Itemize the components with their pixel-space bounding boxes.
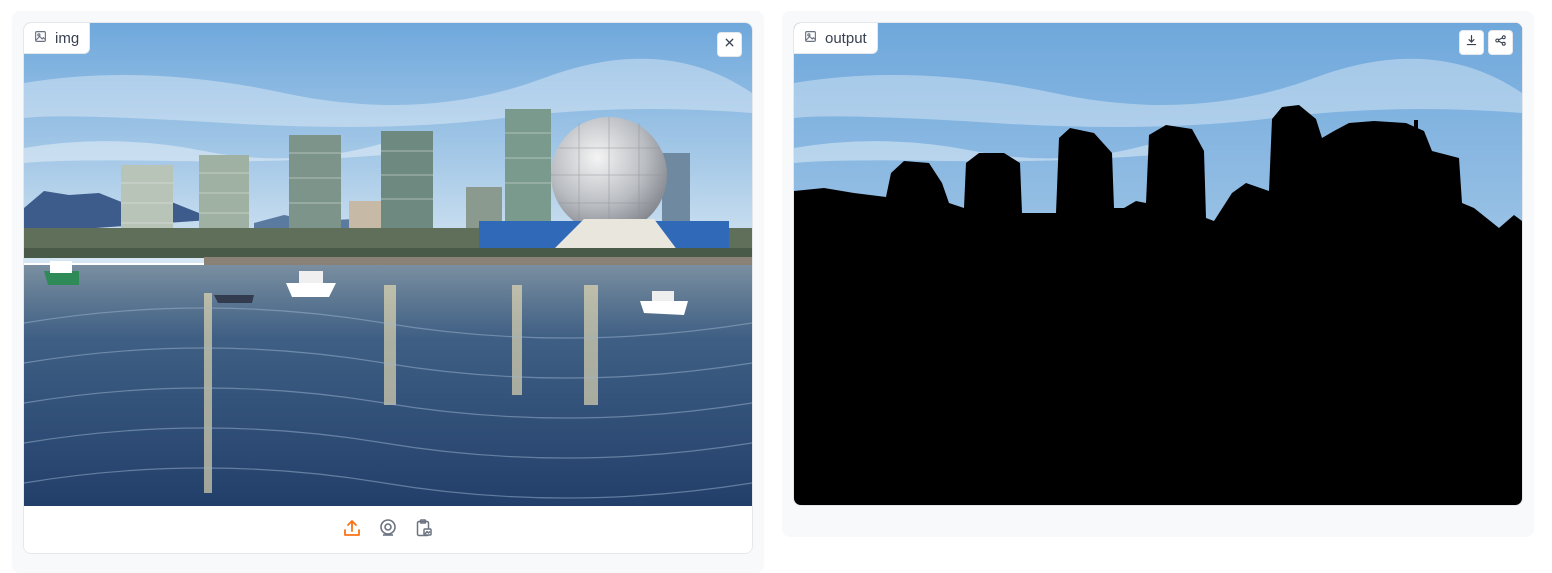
share-button[interactable] <box>1488 30 1513 55</box>
upload-icon <box>342 518 362 543</box>
input-image-panel: img <box>23 22 753 554</box>
webcam-icon <box>378 518 398 543</box>
close-icon <box>723 36 736 54</box>
output-image-panel: output <box>793 22 1523 506</box>
skyline-mask <box>794 105 1522 505</box>
input-column: img <box>12 11 764 573</box>
output-label-tag: output <box>794 23 878 54</box>
webcam-button[interactable] <box>377 518 399 543</box>
input-label-tag: img <box>24 23 91 54</box>
clipboard-button[interactable] <box>413 518 435 543</box>
input-label: img <box>55 29 80 47</box>
upload-button[interactable] <box>341 519 363 541</box>
input-source-toolbar <box>24 506 752 553</box>
download-button[interactable] <box>1459 30 1484 55</box>
image-icon <box>804 30 817 47</box>
input-image[interactable] <box>24 23 752 506</box>
clear-image-button[interactable] <box>717 32 742 57</box>
output-label: output <box>825 29 867 47</box>
image-icon <box>34 30 47 47</box>
download-icon <box>1465 34 1478 52</box>
clipboard-icon <box>414 518 434 543</box>
output-mask-image <box>794 23 1522 505</box>
output-column: output <box>782 11 1534 537</box>
share-icon <box>1494 34 1507 52</box>
